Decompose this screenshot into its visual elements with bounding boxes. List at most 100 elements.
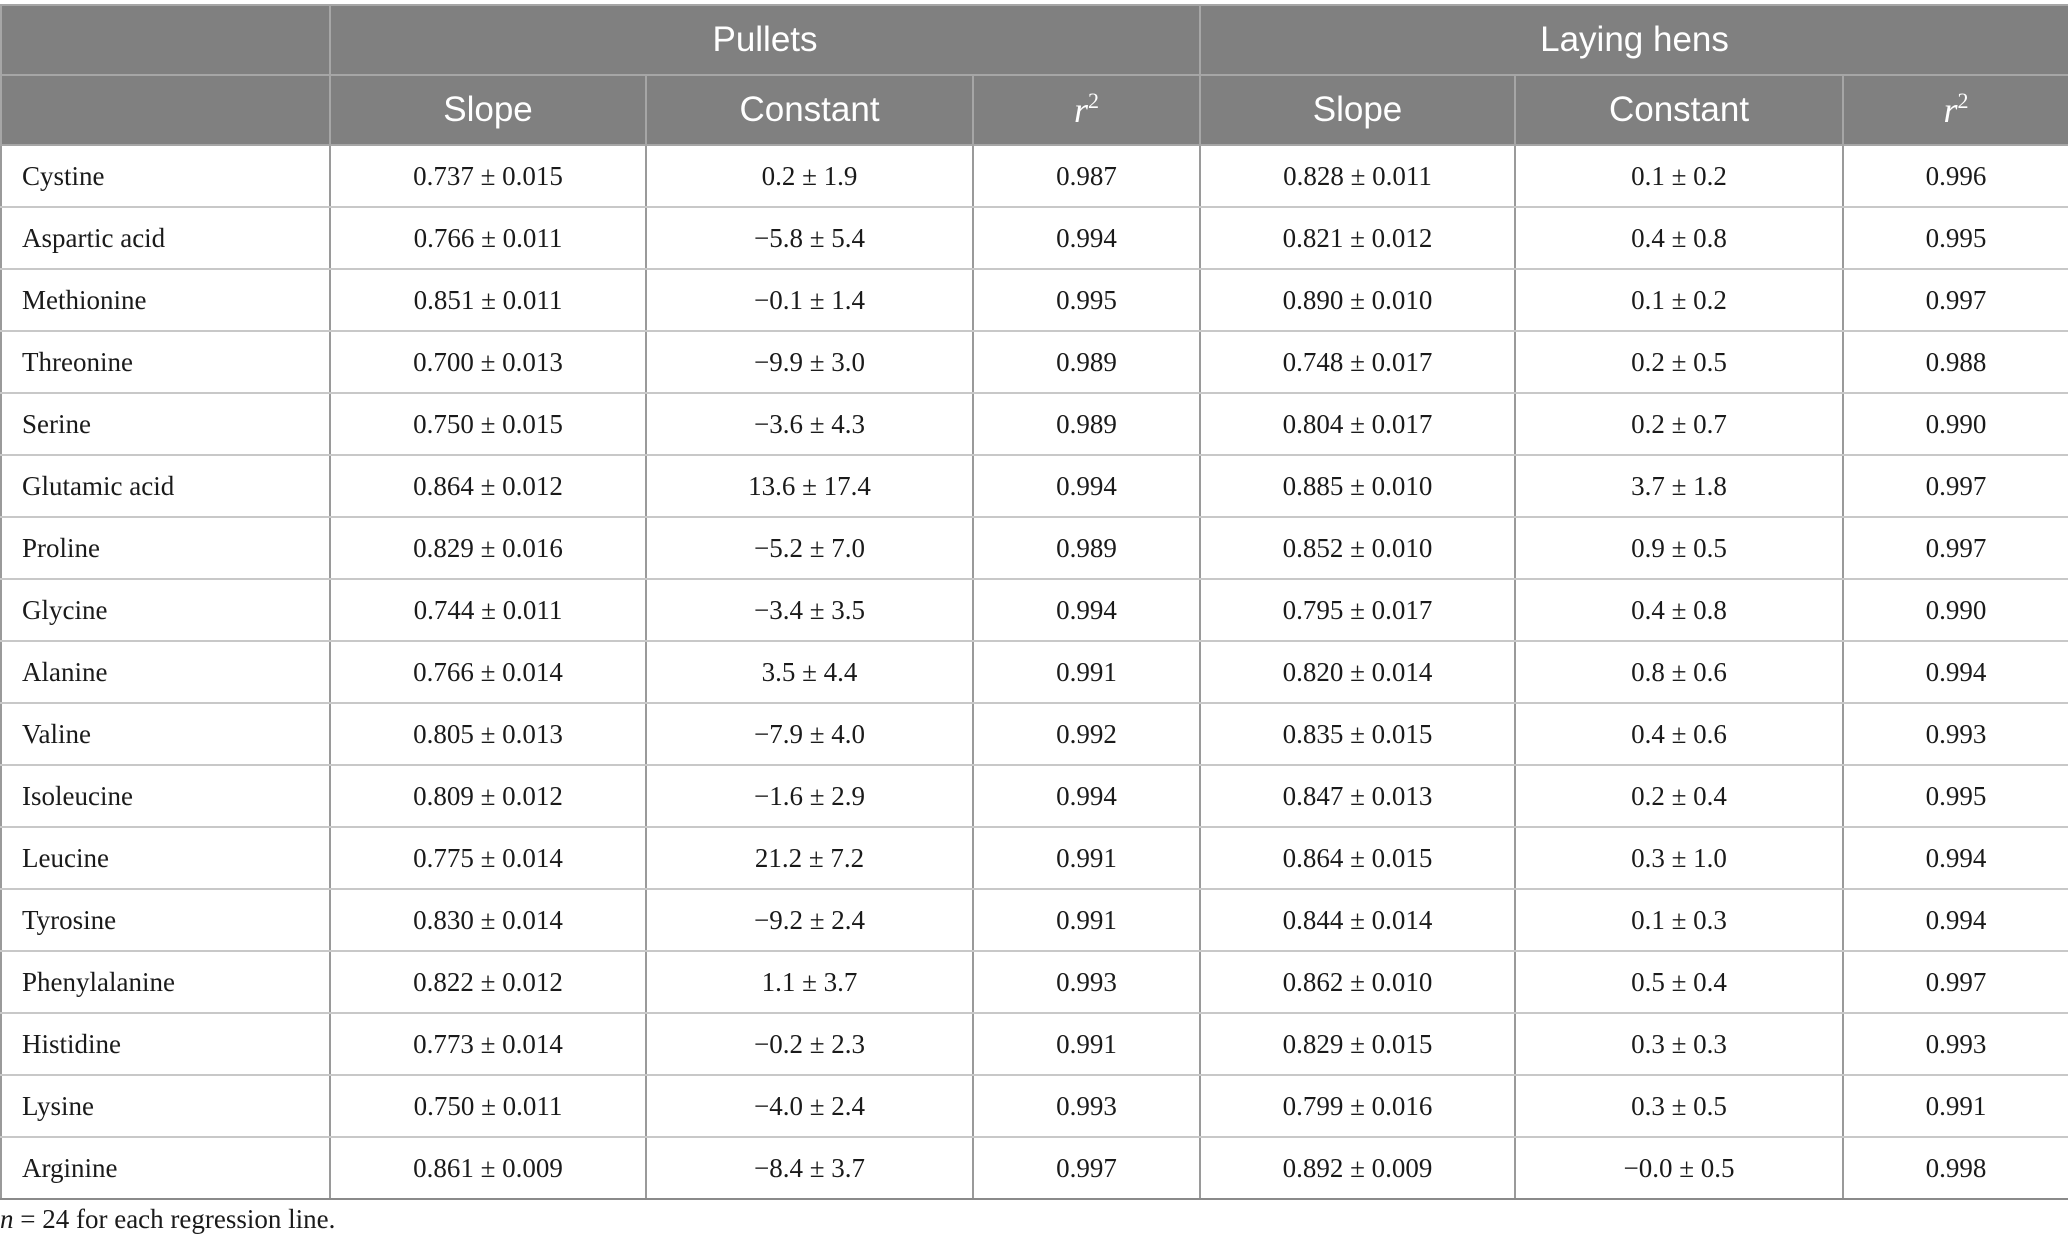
amino-acid-cell: Tyrosine xyxy=(0,888,331,952)
group-header-pullets: Pullets xyxy=(329,4,1201,76)
hens-r2-cell: 0.997 xyxy=(1841,268,2068,332)
table-row: Phenylalanine 0.822 ± 0.012 1.1 ± 3.7 0.993… xyxy=(0,950,2068,1014)
hens-r2-cell: 0.995 xyxy=(1841,206,2068,270)
hens-constant-cell: 0.2 ± 0.7 xyxy=(1514,392,1844,456)
hens-r2-cell: 0.995 xyxy=(1841,764,2068,828)
hens-slope-cell: 0.828 ± 0.011 xyxy=(1199,144,1516,208)
amino-acid-cell: Proline xyxy=(0,516,331,580)
table-row: Glutamic acid 0.864 ± 0.012 13.6 ± 17.4 0.9… xyxy=(0,454,2068,518)
pullets-slope-cell: 0.809 ± 0.012 xyxy=(329,764,647,828)
pullets-r2-cell: 0.992 xyxy=(972,702,1201,766)
hens-r2-cell: 0.994 xyxy=(1841,888,2068,952)
amino-acid-cell: Threonine xyxy=(0,330,331,394)
hens-slope-header: Slope xyxy=(1199,74,1516,146)
pullets-slope-cell: 0.851 ± 0.011 xyxy=(329,268,647,332)
hens-constant-cell: 0.1 ± 0.3 xyxy=(1514,888,1844,952)
hens-slope-cell: 0.821 ± 0.012 xyxy=(1199,206,1516,270)
pullets-r2-cell: 0.991 xyxy=(972,1012,1201,1076)
hens-slope-cell: 0.748 ± 0.017 xyxy=(1199,330,1516,394)
pullets-r2-cell: 0.989 xyxy=(972,392,1201,456)
pullets-r2-cell: 0.987 xyxy=(972,144,1201,208)
hens-constant-cell: 0.3 ± 0.3 xyxy=(1514,1012,1844,1076)
table-row: Proline 0.829 ± 0.016 −5.2 ± 7.0 0.989 0.852… xyxy=(0,516,2068,580)
hens-slope-cell: 0.844 ± 0.014 xyxy=(1199,888,1516,952)
hens-slope-cell: 0.862 ± 0.010 xyxy=(1199,950,1516,1014)
table-body: Cystine 0.737 ± 0.015 0.2 ± 1.9 0.987 0.828 … xyxy=(0,144,2068,1200)
table-row: Aspartic acid 0.766 ± 0.011 −5.8 ± 5.4 0.99… xyxy=(0,206,2068,270)
pullets-constant-cell: 0.2 ± 1.9 xyxy=(645,144,974,208)
table-row: Methionine 0.851 ± 0.011 −0.1 ± 1.4 0.995 0.… xyxy=(0,268,2068,332)
group-header-blank xyxy=(0,4,331,76)
table-header: Pullets Laying hens Slope Constant r2 Sl… xyxy=(0,4,2068,146)
pullets-constant-cell: −0.2 ± 2.3 xyxy=(645,1012,974,1076)
r2-symbol: r xyxy=(1073,90,1088,130)
pullets-constant-cell: −8.4 ± 3.7 xyxy=(645,1136,974,1200)
footnote-variable: n xyxy=(0,1204,14,1234)
hens-slope-cell: 0.885 ± 0.010 xyxy=(1199,454,1516,518)
pullets-r2-cell: 0.993 xyxy=(972,950,1201,1014)
hens-constant-cell: 0.8 ± 0.6 xyxy=(1514,640,1844,704)
hens-constant-cell: 0.3 ± 0.5 xyxy=(1514,1074,1844,1138)
hens-constant-cell: 0.5 ± 0.4 xyxy=(1514,950,1844,1014)
hens-r2-cell: 0.997 xyxy=(1841,454,2068,518)
amino-acid-cell: Serine xyxy=(0,392,331,456)
pullets-constant-cell: −5.2 ± 7.0 xyxy=(645,516,974,580)
hens-constant-cell: 0.4 ± 0.6 xyxy=(1514,702,1844,766)
pullets-constant-cell: −4.0 ± 2.4 xyxy=(645,1074,974,1138)
hens-slope-cell: 0.829 ± 0.015 xyxy=(1199,1012,1516,1076)
sub-header-blank xyxy=(0,74,331,146)
hens-slope-cell: 0.835 ± 0.015 xyxy=(1199,702,1516,766)
hens-r2-cell: 0.991 xyxy=(1841,1074,2068,1138)
amino-acid-cell: Alanine xyxy=(0,640,331,704)
group-header-row: Pullets Laying hens xyxy=(0,4,2068,76)
pullets-slope-cell: 0.750 ± 0.015 xyxy=(329,392,647,456)
hens-slope-cell: 0.892 ± 0.009 xyxy=(1199,1136,1516,1200)
hens-r2-cell: 0.997 xyxy=(1841,516,2068,580)
hens-slope-cell: 0.795 ± 0.017 xyxy=(1199,578,1516,642)
hens-constant-cell: 0.4 ± 0.8 xyxy=(1514,206,1844,270)
table-row: Arginine 0.861 ± 0.009 −8.4 ± 3.7 0.997 0.89… xyxy=(0,1136,2068,1200)
r2-superscript: 2 xyxy=(1957,88,1969,113)
pullets-constant-cell: −9.2 ± 2.4 xyxy=(645,888,974,952)
amino-acid-cell: Valine xyxy=(0,702,331,766)
hens-constant-cell: 0.2 ± 0.4 xyxy=(1514,764,1844,828)
amino-acid-cell: Aspartic acid xyxy=(0,206,331,270)
pullets-r2-cell: 0.991 xyxy=(972,826,1201,890)
hens-constant-cell: −0.0 ± 0.5 xyxy=(1514,1136,1844,1200)
sub-header-row: Slope Constant r2 Slope Constant r2 xyxy=(0,74,2068,146)
hens-constant-header: Constant xyxy=(1514,74,1844,146)
hens-constant-cell: 0.2 ± 0.5 xyxy=(1514,330,1844,394)
pullets-slope-cell: 0.775 ± 0.014 xyxy=(329,826,647,890)
hens-slope-cell: 0.804 ± 0.017 xyxy=(1199,392,1516,456)
hens-r2-cell: 0.993 xyxy=(1841,1012,2068,1076)
table-row: Leucine 0.775 ± 0.014 21.2 ± 7.2 0.991 0.864… xyxy=(0,826,2068,890)
hens-r2-cell: 0.996 xyxy=(1841,144,2068,208)
pullets-r2-cell: 0.994 xyxy=(972,206,1201,270)
regression-table: Pullets Laying hens Slope Constant r2 Sl… xyxy=(0,4,2068,1200)
table-row: Isoleucine 0.809 ± 0.012 −1.6 ± 2.9 0.994 0.… xyxy=(0,764,2068,828)
amino-acid-cell: Glycine xyxy=(0,578,331,642)
pullets-slope-cell: 0.822 ± 0.012 xyxy=(329,950,647,1014)
pullets-constant-cell: −3.6 ± 4.3 xyxy=(645,392,974,456)
pullets-slope-cell: 0.766 ± 0.011 xyxy=(329,206,647,270)
hens-slope-cell: 0.890 ± 0.010 xyxy=(1199,268,1516,332)
hens-constant-cell: 0.4 ± 0.8 xyxy=(1514,578,1844,642)
hens-slope-cell: 0.864 ± 0.015 xyxy=(1199,826,1516,890)
pullets-r2-header: r2 xyxy=(972,74,1201,146)
hens-slope-cell: 0.799 ± 0.016 xyxy=(1199,1074,1516,1138)
pullets-slope-cell: 0.737 ± 0.015 xyxy=(329,144,647,208)
pullets-r2-cell: 0.994 xyxy=(972,454,1201,518)
table-row: Valine 0.805 ± 0.013 −7.9 ± 4.0 0.992 0.835 … xyxy=(0,702,2068,766)
amino-acid-cell: Leucine xyxy=(0,826,331,890)
amino-acid-cell: Methionine xyxy=(0,268,331,332)
table-row: Glycine 0.744 ± 0.011 −3.4 ± 3.5 0.994 0.795… xyxy=(0,578,2068,642)
pullets-slope-header: Slope xyxy=(329,74,647,146)
pullets-r2-cell: 0.994 xyxy=(972,764,1201,828)
hens-constant-cell: 0.9 ± 0.5 xyxy=(1514,516,1844,580)
hens-r2-cell: 0.998 xyxy=(1841,1136,2068,1200)
table-row: Serine 0.750 ± 0.015 −3.6 ± 4.3 0.989 0.804 … xyxy=(0,392,2068,456)
hens-constant-cell: 0.3 ± 1.0 xyxy=(1514,826,1844,890)
hens-slope-cell: 0.847 ± 0.013 xyxy=(1199,764,1516,828)
table-footnote: n = 24 for each regression line. xyxy=(0,1204,335,1235)
hens-r2-cell: 0.993 xyxy=(1841,702,2068,766)
